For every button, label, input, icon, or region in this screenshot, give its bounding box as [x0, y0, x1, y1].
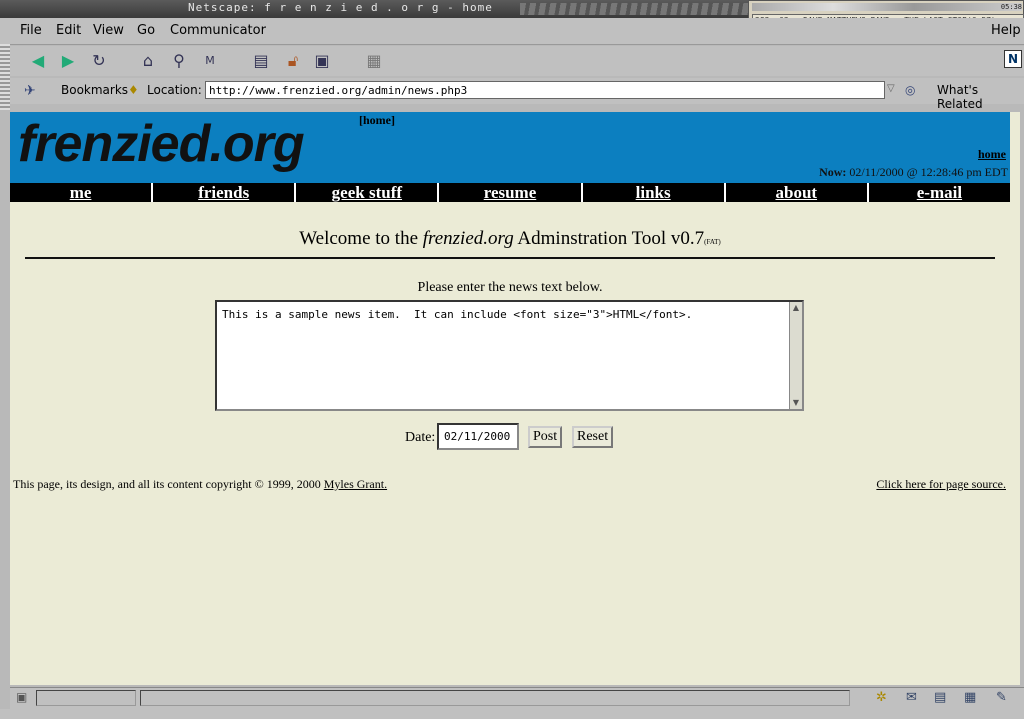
title-site: frenzied.org [422, 228, 514, 249]
nav-about[interactable]: about [723, 183, 867, 202]
divider [25, 257, 995, 259]
navigator-icon[interactable]: ✲ [876, 690, 887, 705]
security-lock-icon[interactable]: ▣ [16, 690, 27, 704]
nav-email[interactable]: e-mail [866, 183, 1010, 202]
menu-help[interactable]: Help [991, 23, 1021, 38]
date-label: Date: [405, 430, 436, 445]
menu-view[interactable]: View [93, 23, 124, 38]
status-message-field [140, 690, 850, 706]
search-icon[interactable]: ⚲ [169, 51, 189, 71]
title-prefix: Welcome to the [299, 228, 419, 249]
news-text: This is a sample news item. It can inclu… [222, 308, 693, 321]
composer-icon[interactable]: ▦ [964, 690, 976, 705]
status-bar: ▣ ✲ ✉ ▤ ▦ ✎ [10, 687, 1024, 710]
news-prompt: Please enter the news text below. [417, 280, 603, 295]
security-icon[interactable]: 🔓︎ [283, 51, 303, 71]
stop-icon[interactable]: ▦ [364, 51, 384, 71]
bookmarks-icon[interactable]: ✈ [24, 83, 36, 99]
bookmarks-button[interactable]: Bookmarks [61, 83, 128, 97]
home-bracket-link[interactable]: [home] [359, 113, 395, 128]
window-title: Netscape: f r e n z i e d . o r g - home [188, 1, 493, 14]
whats-related-icon[interactable]: ◎ [905, 83, 915, 97]
nav-links[interactable]: links [580, 183, 724, 202]
location-icon: ♦ [128, 83, 139, 97]
nav-me[interactable]: me [10, 183, 151, 202]
now-value: 02/11/2000 @ 12:28:46 pm EDT [849, 165, 1008, 179]
news-textarea[interactable]: This is a sample news item. It can inclu… [215, 300, 804, 411]
menu-edit[interactable]: Edit [56, 23, 81, 38]
url-dropdown-icon[interactable]: ▽ [887, 83, 895, 94]
nav-geek-stuff[interactable]: geek stuff [294, 183, 437, 202]
menubar: File Edit View Go Communicator Help [0, 18, 1024, 45]
author-link[interactable]: Myles Grant. [324, 477, 387, 491]
editor-icon[interactable]: ✎ [996, 690, 1007, 705]
menu-file[interactable]: File [20, 23, 42, 38]
home-link[interactable]: home [978, 147, 1006, 162]
nav-friends[interactable]: friends [151, 183, 294, 202]
navigation-toolbar: ◀ ▶ ↻ ⌂ ⚲ M ▤ 🔓︎ ▣ ▦ [10, 46, 1024, 76]
date-input[interactable]: 02/11/2000 [437, 423, 519, 450]
discussion-icon[interactable]: ▤ [934, 690, 946, 705]
nav-resume[interactable]: resume [437, 183, 580, 202]
menu-go[interactable]: Go [137, 23, 155, 38]
url-input[interactable]: http://www.frenzied.org/admin/news.php3 [205, 81, 885, 99]
post-button[interactable]: Post [528, 426, 563, 448]
copyright-text: This page, its design, and all its conte… [13, 477, 321, 491]
window-bottom-edge [0, 709, 1024, 719]
title-tag: (FAT) [704, 238, 721, 246]
mail-icon[interactable]: ✉ [906, 690, 917, 705]
player-time: 05:38 [752, 3, 1022, 11]
whats-related-button[interactable]: What's Related [937, 83, 1024, 111]
current-datetime: Now: 02/11/2000 @ 12:28:46 pm EDT [819, 165, 1008, 180]
reset-button[interactable]: Reset [572, 426, 614, 448]
page-content: frenzied.org [home] home Now: 02/11/2000… [10, 112, 1020, 685]
scroll-down-icon[interactable]: ▼ [790, 397, 802, 409]
site-nav: me friends geek stuff resume links about… [10, 183, 1010, 202]
print-icon[interactable]: ▤ [251, 51, 271, 71]
forward-icon[interactable]: ▶ [58, 51, 78, 71]
home-icon[interactable]: ⌂ [138, 51, 158, 71]
page-title: Welcome to the frenzied.org Adminstratio… [10, 228, 1010, 250]
page-source-link[interactable]: Click here for page source. [876, 477, 1006, 492]
toolbar-grip[interactable] [0, 44, 10, 110]
my-netscape-icon[interactable]: M [200, 51, 220, 71]
location-toolbar: ✈ Bookmarks ♦ Location: http://www.frenz… [10, 78, 1024, 111]
back-icon[interactable]: ◀ [28, 51, 48, 71]
reload-icon[interactable]: ↻ [89, 51, 109, 71]
shop-icon[interactable]: ▣ [312, 51, 332, 71]
textarea-scrollbar[interactable]: ▲ ▼ [789, 302, 802, 409]
copyright-notice: This page, its design, and all its conte… [13, 477, 387, 492]
titlebar-decoration [520, 3, 750, 15]
site-banner: frenzied.org [home] home Now: 02/11/2000… [10, 112, 1010, 183]
location-label: Location: [147, 83, 202, 97]
site-logo: frenzied.org [18, 115, 305, 173]
netscape-logo-icon[interactable]: N [1004, 50, 1022, 68]
progress-field [36, 690, 136, 706]
now-label: Now: [819, 165, 847, 179]
menu-communicator[interactable]: Communicator [170, 23, 266, 38]
scroll-up-icon[interactable]: ▲ [790, 302, 802, 314]
title-suffix: Adminstration Tool v0.7 [517, 228, 705, 249]
